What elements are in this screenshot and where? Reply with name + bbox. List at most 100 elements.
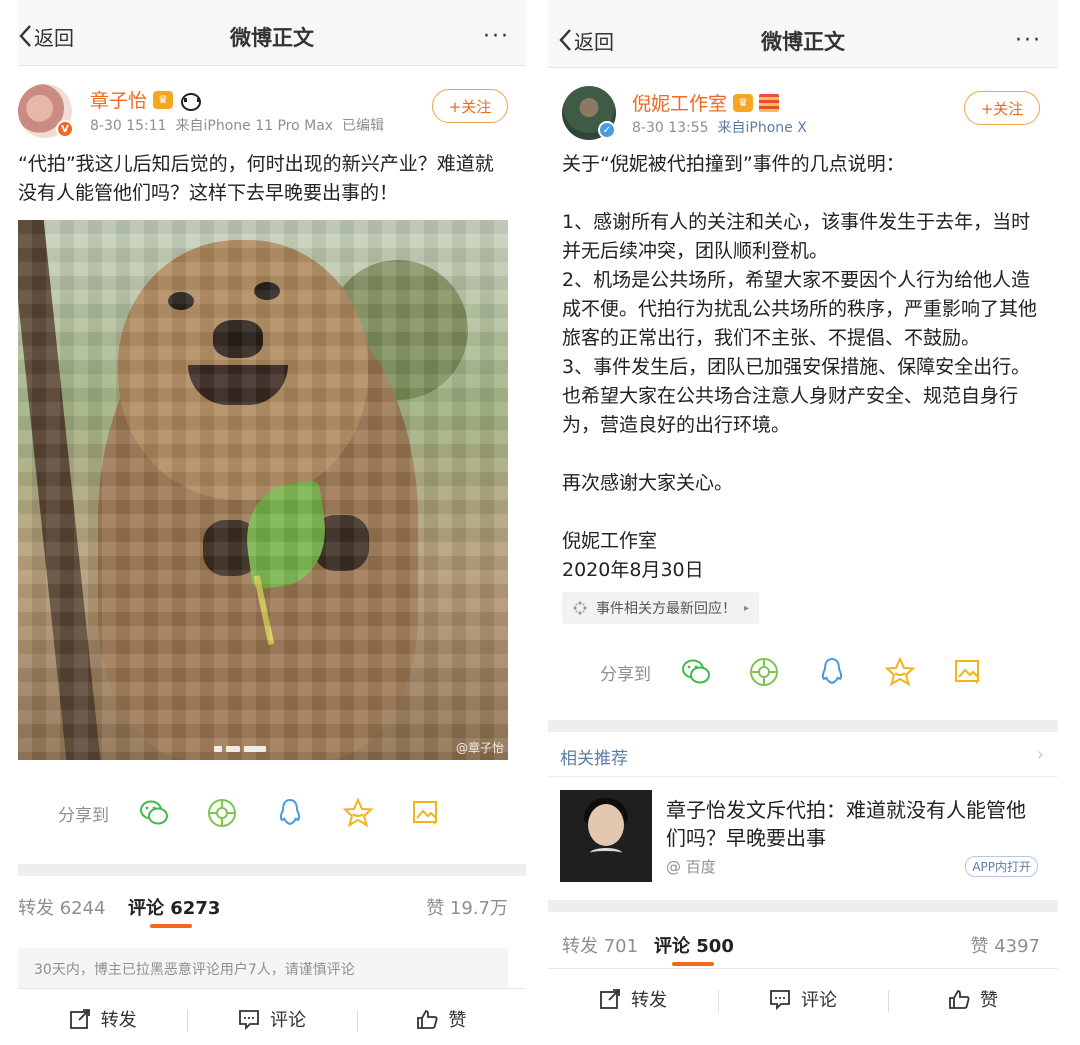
follow-button[interactable]: +关注 [432,89,508,123]
favorite-star-icon[interactable] [341,796,375,830]
active-tab-underline [672,962,714,966]
verified-badge-icon: ✓ [598,121,616,139]
thumbs-up-icon [949,989,970,1009]
comment-count-tab[interactable]: 评论 500 [654,932,734,958]
active-tab-underline [150,924,192,928]
comment-icon [239,1009,259,1030]
share-label: 分享到 [58,805,109,826]
wechat-icon[interactable] [679,655,713,689]
repost-button[interactable]: 转发 [18,1006,187,1032]
post-time: 8-30 13:55 [632,120,709,136]
post-source: 来自iPhone 11 Pro Max [175,118,334,134]
post-meta: 8-30 15:11 来自iPhone 11 Pro Max 已编辑 [90,115,384,135]
like-button[interactable]: 赞 [888,986,1058,1012]
post-paragraph: 3、事件发生后，团队已加强安保措施、保障安全出行。也希望大家在公共场合注意人身财… [562,356,1031,436]
repost-label: 转发 [631,989,667,1011]
stats-tabs: 转发 6244 评论 6273 赞 19.7万 [18,888,526,928]
follow-button[interactable]: +关注 [964,91,1040,125]
post-paragraph: 2、机场是公共场所，希望大家不要因个人行为给他人造成不便。代拍行为扰乱公共场所的… [562,269,1038,349]
medal-icon [759,93,780,112]
like-count-tab[interactable]: 赞 19.7万 [426,894,508,920]
repost-count-tab[interactable]: 转发 6244 [18,894,106,920]
nav-bar: 返回 微博正文 ··· [548,0,1058,68]
section-divider [18,864,526,876]
post-paragraph: 1、感谢所有人的关注和关心，该事件发生于去年，当时并无后续冲突，团队顺利登机。 [562,211,1031,262]
topic-sparkle-icon [573,601,587,615]
comment-button[interactable]: 评论 [187,1006,356,1032]
related-title[interactable]: 章子怡发文斥代拍：难道就没有人能管他们吗？早晚要出事 [666,796,1042,852]
related-source: @ 百度 [666,858,716,876]
like-label: 赞 [448,1009,467,1031]
favorite-star-icon[interactable] [883,655,917,689]
comment-count-tab[interactable]: 评论 6273 [128,894,220,920]
repost-button[interactable]: 转发 [548,986,718,1012]
carousel-dot [214,746,222,752]
post-photo[interactable]: @章子怡 [18,220,508,760]
right-screen: 返回 微博正文 ··· ✓ 倪妮工作室 ♛ 8-30 13:55 来自iPhon… [548,0,1058,1045]
post-source[interactable]: 来自iPhone X [717,120,806,136]
more-icon[interactable]: ··· [1015,28,1042,53]
related-thumbnail[interactable] [560,790,652,882]
share-row: 分享到 [600,655,1019,689]
crown-icon: ♛ [153,90,174,109]
chevron-right-icon: ▸ [744,602,750,614]
share-label: 分享到 [600,664,651,685]
comment-notice: 30天内，博主已拉黑恶意评论用户7人，请谨慎评论 [18,948,508,990]
mosaic-overlay [18,220,508,760]
post-meta: 8-30 13:55 来自iPhone X [632,117,807,137]
repost-icon [69,1008,90,1029]
moments-icon[interactable] [205,796,239,830]
comment-label: 评论 [801,989,837,1011]
like-label: 赞 [980,989,998,1011]
post-text: 关于“倪妮被代拍撞到”事件的几点说明： 1、感谢所有人的关注和关心，该事件发生于… [562,150,1042,585]
thumbnail-face [588,804,624,846]
post-paragraph: 再次感谢大家关心。 [562,472,734,494]
album-icon[interactable] [951,655,985,689]
post-paragraph: 关于“倪妮被代拍撞到”事件的几点说明： [562,153,905,175]
crown-icon: ♛ [733,93,754,112]
user-name-text: 章子怡 [90,90,148,112]
post-text: “代拍”我这儿后知后觉的，何时出现的新兴产业？难道就没有人能管他们吗？这样下去早… [18,153,494,204]
qq-icon[interactable] [815,655,849,689]
like-count-tab[interactable]: 赞 4397 [970,932,1040,958]
stats-tabs: 转发 701 评论 500 赞 4397 [548,926,1058,966]
comment-button[interactable]: 评论 [718,986,888,1012]
share-row: 分享到 [58,796,477,830]
like-button[interactable]: 赞 [356,1006,526,1032]
comment-icon [770,989,790,1010]
edited-label: 已编辑 [341,118,384,134]
panda-icon [179,91,202,111]
user-name-text: 倪妮工作室 [632,93,728,115]
bottom-action-bar: 转发 评论 赞 [18,988,526,1045]
post-paragraph: 倪妮工作室 [562,530,658,552]
post-paragraph: 2020年8月30日 [562,559,704,581]
post-paragraph [562,179,1042,208]
topic-chip[interactable]: 事件相关方最新回应！ ▸ [562,592,760,624]
repost-icon [600,988,620,1009]
more-icon[interactable]: ··· [483,24,510,49]
section-divider [548,720,1058,732]
wechat-icon[interactable] [137,796,171,830]
photo-watermark: @章子怡 [455,741,504,755]
section-divider [548,900,1058,912]
comment-label: 评论 [269,1009,306,1031]
album-icon[interactable] [409,796,443,830]
post-paragraph [562,440,1042,469]
open-in-app-button[interactable]: APP内打开 [965,856,1038,877]
repost-label: 转发 [100,1009,137,1031]
carousel-indicator [214,746,266,752]
divider [548,776,1058,777]
qq-icon[interactable] [273,796,307,830]
thumbs-up-icon [417,1009,438,1029]
post-paragraph [562,498,1042,527]
user-name[interactable]: 倪妮工作室 ♛ [632,89,780,116]
carousel-dot [244,746,266,752]
user-name[interactable]: 章子怡 ♛ [90,86,202,113]
bottom-action-bar: 转发 评论 赞 [548,968,1058,1028]
repost-count-tab[interactable]: 转发 701 [562,932,638,958]
related-header-label: 相关推荐 [560,749,628,769]
carousel-dot [226,746,240,752]
moments-icon[interactable] [747,655,781,689]
related-header[interactable]: 相关推荐 › [548,734,1058,778]
verified-badge-icon: V [56,120,74,138]
